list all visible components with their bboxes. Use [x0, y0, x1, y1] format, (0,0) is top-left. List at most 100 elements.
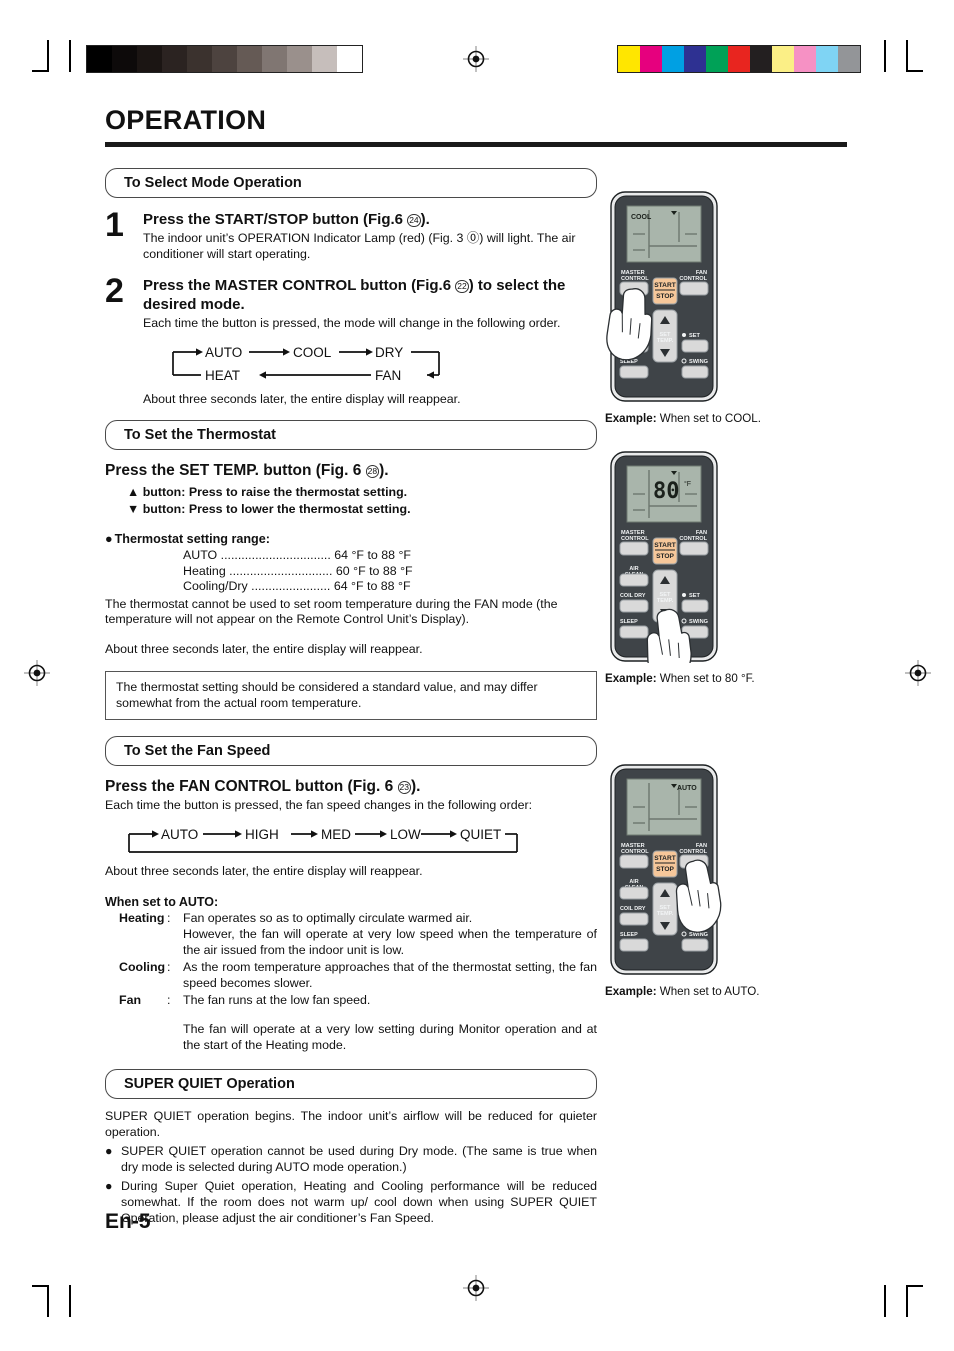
range-value: 64 °F to 88 °F	[334, 548, 411, 562]
start-label: START	[654, 282, 676, 289]
range-leader: .......................	[247, 579, 334, 593]
lcd-temperature-text: 80	[653, 479, 680, 504]
super-quiet-intro: SUPER QUIET operation begins. The indoor…	[105, 1109, 597, 1139]
fan-control-button[interactable]	[679, 541, 709, 556]
swing-button[interactable]	[681, 938, 709, 952]
super-quiet-item-text: During Super Quiet operation, Heating an…	[121, 1179, 597, 1225]
svg-text:LOW: LOW	[390, 827, 421, 842]
stop-label: STOP	[656, 553, 674, 560]
svg-text:QUIET: QUIET	[460, 827, 501, 842]
step-2-body: Each time the button is pressed, the mod…	[143, 316, 561, 330]
calibration-swatch	[794, 46, 816, 72]
section-header-super-quiet: SUPER QUIET Operation	[105, 1069, 597, 1099]
remote-control-illustration: 80 °FMASTERCONTROLFANCONTROLSTARTSTOPAIRC…	[610, 451, 718, 683]
calibration-swatch	[137, 46, 162, 72]
range-leader: ..............................	[225, 563, 336, 578]
swing-button[interactable]	[681, 365, 709, 379]
calibration-swatch	[337, 46, 362, 72]
caption-2-text: When set to 80 °F.	[656, 672, 755, 685]
remote-button-label: TEMP.	[657, 598, 674, 604]
registration-mark-right	[905, 660, 931, 686]
grayscale-calibration-bar	[86, 45, 363, 73]
fan-auto-tail-colon-spacer	[167, 1021, 183, 1053]
set-button[interactable]	[681, 339, 709, 353]
crop-mark-top-right-v2	[906, 40, 908, 72]
coil-dry-button[interactable]	[619, 599, 649, 613]
step-2-footer: About three seconds later, the entire di…	[143, 391, 461, 406]
fan-auto-value: As the room temperature approaches that …	[183, 959, 597, 991]
calibration-swatch	[816, 46, 838, 72]
sleep-button[interactable]	[619, 938, 649, 952]
thermostat-range-title: Thermostat setting range:	[105, 532, 597, 546]
step-2-title: Press the MASTER CONTROL button (Fig.6 2…	[143, 276, 597, 314]
fan-auto-value-line: The fan runs at the low fan speed.	[183, 993, 371, 1007]
crop-mark-bottom-right-h	[906, 1285, 923, 1287]
lcd-mode-text: AUTO	[677, 785, 697, 792]
remote-button-label: FAN	[696, 270, 707, 276]
fan-instruction: Press the FAN CONTROL button (Fig. 6 23)…	[105, 778, 597, 796]
fan-auto-value: Fan operates so as to optimally circulat…	[183, 910, 597, 958]
caption-3: Example: When set to AUTO.	[605, 985, 759, 998]
calibration-swatch	[162, 46, 187, 72]
air-clean-button[interactable]	[619, 886, 649, 900]
registration-mark-bottom	[463, 1275, 489, 1301]
svg-text:HIGH: HIGH	[245, 827, 279, 842]
registration-mark-left	[24, 660, 50, 686]
section-header-super-quiet-label: SUPER QUIET Operation	[124, 1076, 295, 1092]
step-2: 2 Press the MASTER CONTROL button (Fig.6…	[105, 272, 597, 407]
sleep-button[interactable]	[619, 365, 649, 379]
remote-button-label: SWING	[689, 359, 708, 365]
step-1-number: 1	[105, 206, 124, 244]
stop-label: STOP	[656, 293, 674, 300]
manual-page: OPERATION To Select Mode Operation 1 Pre…	[0, 0, 954, 1351]
caption-2: Example: When set to 80 °F.	[605, 672, 755, 685]
start-label: START	[654, 855, 676, 862]
super-quiet-item: ● During Super Quiet operation, Heating a…	[105, 1178, 597, 1226]
coil-dry-button[interactable]	[619, 912, 649, 926]
calibration-swatch	[262, 46, 287, 72]
remote-button-label: SWING	[689, 932, 708, 938]
section-header-mode-label: To Select Mode Operation	[124, 175, 302, 191]
crop-mark-top-left-v	[47, 40, 49, 72]
triangle-up-icon: ▲	[127, 485, 140, 499]
calibration-swatch	[728, 46, 750, 72]
svg-text:AUTO: AUTO	[205, 345, 242, 360]
remote-button-label: CONTROL	[679, 849, 707, 855]
crop-mark-bottom-right-v2	[906, 1285, 908, 1317]
thermostat-up-text: button: Press to raise the thermostat se…	[142, 485, 408, 499]
svg-text:MED: MED	[321, 827, 351, 842]
remote-body-2: 80 °F MASTER CONTROL FAN CONTROL START STOP AIR C…	[605, 450, 755, 683]
crop-mark-top-right-h	[906, 70, 923, 72]
master-control-button[interactable]	[619, 854, 649, 869]
caption-2-label: Example:	[605, 672, 657, 685]
page-folio: En-5	[105, 1210, 151, 1233]
lcd-unit-text: °F	[684, 480, 691, 488]
remote-illustration-1: COOLMASTERCONTROLFANCONTROLSTARTSTOPAIRC…	[605, 190, 761, 425]
fan-auto-key: Fan	[119, 993, 142, 1007]
air-clean-button[interactable]	[619, 573, 649, 587]
fan-control-button[interactable]	[679, 281, 709, 296]
calibration-swatch	[212, 46, 237, 72]
range-mode: Cooling/Dry	[183, 579, 248, 593]
remote-button-label: SET	[660, 332, 671, 338]
fan-instruction-b: ).	[410, 778, 421, 795]
page-title: OPERATION	[105, 105, 267, 135]
fan-auto-value-line: As the room temperature approaches that …	[183, 960, 597, 990]
calibration-swatch	[684, 46, 706, 72]
caption-3-label: Example:	[605, 985, 657, 998]
step-2-number: 2	[105, 272, 124, 310]
thermostat-range-list: AUTO ................................ 64…	[105, 548, 597, 595]
sleep-button[interactable]	[619, 625, 649, 639]
range-value: 64 °F to 88 °F	[333, 579, 411, 593]
thermostat-range-row: Cooling/Dry ....................... 64 °…	[183, 579, 597, 595]
page-header: OPERATION	[105, 105, 850, 147]
set-button[interactable]	[681, 599, 709, 613]
figure-ref-22: 22	[455, 280, 469, 293]
range-mode: AUTO	[183, 548, 218, 562]
fan-auto-key: Cooling	[119, 960, 166, 974]
color-calibration-bar	[617, 45, 861, 73]
crop-mark-top-left-h	[32, 70, 49, 72]
master-control-button[interactable]	[619, 541, 649, 556]
remote-button-label: COIL DRY	[620, 906, 646, 912]
calibration-swatch	[640, 46, 662, 72]
